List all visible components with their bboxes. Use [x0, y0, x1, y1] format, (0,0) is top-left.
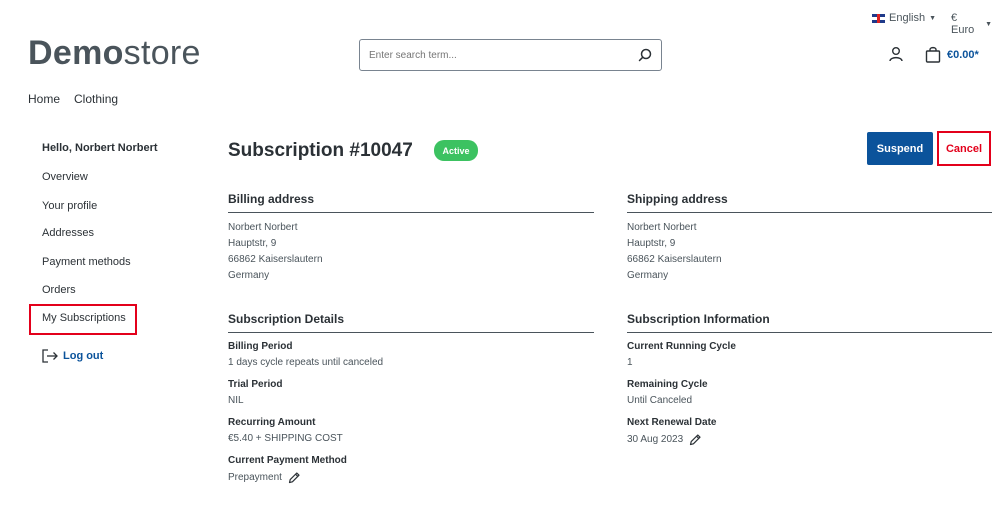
cancel-button[interactable]: Cancel	[937, 131, 991, 166]
running-cycle-value: 1	[627, 357, 633, 368]
recurring-amount-label: Recurring Amount	[228, 417, 316, 428]
sidebar-item-orders[interactable]: Orders	[42, 284, 76, 296]
remaining-cycle-label: Remaining Cycle	[627, 379, 708, 390]
divider	[627, 332, 992, 333]
suspend-button[interactable]: Suspend	[867, 132, 933, 165]
remaining-cycle-value: Until Canceled	[627, 395, 693, 406]
renewal-date-value: 30 Aug 2023	[627, 434, 684, 445]
payment-method-label: Current Payment Method	[228, 455, 347, 466]
highlight-box	[29, 304, 137, 335]
logo-bold-text: Demo	[28, 34, 124, 72]
address-line: Germany	[627, 270, 669, 281]
address-line: Norbert Norbert	[627, 222, 697, 233]
search-icon	[638, 48, 652, 62]
main-navigation: Home Clothing	[28, 92, 118, 106]
user-icon	[889, 47, 903, 62]
divider	[228, 332, 594, 333]
billing-address-block: Norbert Norbert Hauptstr, 9 66862 Kaiser…	[228, 220, 323, 284]
address-line: 66862 Kaiserslautern	[627, 254, 722, 265]
page-title: Subscription #10047	[228, 140, 413, 161]
sidebar-item-addresses[interactable]: Addresses	[42, 227, 94, 239]
nav-item-home[interactable]: Home	[28, 92, 60, 106]
search-box	[359, 39, 662, 71]
sidebar-item-overview[interactable]: Overview	[42, 171, 88, 183]
chevron-down-icon: ▼	[929, 14, 937, 22]
logout-link[interactable]: Log out	[41, 348, 103, 364]
address-line: Norbert Norbert	[228, 222, 298, 233]
search-button[interactable]	[629, 40, 661, 70]
edit-pencil-icon[interactable]	[689, 433, 702, 446]
language-selector[interactable]: English ▼	[872, 12, 936, 24]
renewal-date-row: 30 Aug 2023	[627, 433, 702, 446]
shipping-address-block: Norbert Norbert Hauptstr, 9 66862 Kaiser…	[627, 220, 722, 284]
subscription-information-heading: Subscription Information	[627, 312, 770, 326]
logout-label: Log out	[63, 350, 104, 362]
trial-period-label: Trial Period	[228, 379, 283, 390]
sidebar-item-profile[interactable]: Your profile	[42, 200, 97, 212]
payment-method-value: Prepayment	[228, 472, 282, 483]
language-label: English	[889, 12, 926, 24]
nav-item-clothing[interactable]: Clothing	[74, 92, 118, 106]
shipping-address-heading: Shipping address	[627, 192, 728, 206]
running-cycle-label: Current Running Cycle	[627, 341, 736, 352]
divider	[627, 212, 992, 213]
subscription-details-heading: Subscription Details	[228, 312, 345, 326]
logout-icon	[42, 349, 58, 363]
billing-address-heading: Billing address	[228, 192, 315, 206]
search-input[interactable]	[360, 49, 629, 61]
account-greeting: Hello, Norbert Norbert	[42, 142, 158, 154]
uk-flag-icon	[872, 13, 885, 23]
currency-selector[interactable]: € Euro ▼	[951, 12, 992, 36]
shopping-bag-icon	[925, 46, 941, 63]
status-badge: Active	[434, 140, 478, 161]
renewal-date-label: Next Renewal Date	[627, 417, 717, 428]
trial-period-value: NIL	[228, 395, 244, 406]
payment-method-row: Prepayment	[228, 471, 301, 484]
divider	[228, 212, 594, 213]
account-button[interactable]	[888, 46, 904, 65]
edit-pencil-icon[interactable]	[288, 471, 301, 484]
address-line: 66862 Kaiserslautern	[228, 254, 323, 265]
logo-light-text: store	[123, 34, 201, 72]
cart-button[interactable]: €0.00*	[925, 46, 979, 63]
chevron-down-icon: ▼	[985, 20, 992, 28]
currency-label: € Euro	[951, 12, 975, 36]
billing-period-label: Billing Period	[228, 341, 293, 352]
sidebar-item-payment-methods[interactable]: Payment methods	[42, 256, 131, 268]
address-line: Hauptstr, 9	[228, 238, 277, 249]
store-logo[interactable]: Demostore	[28, 34, 201, 73]
cart-total: €0.00*	[947, 48, 979, 61]
billing-period-value: 1 days cycle repeats until canceled	[228, 357, 384, 368]
address-line: Germany	[228, 270, 270, 281]
address-line: Hauptstr, 9	[627, 238, 676, 249]
recurring-amount-value: €5.40 + SHIPPING COST	[228, 433, 343, 444]
